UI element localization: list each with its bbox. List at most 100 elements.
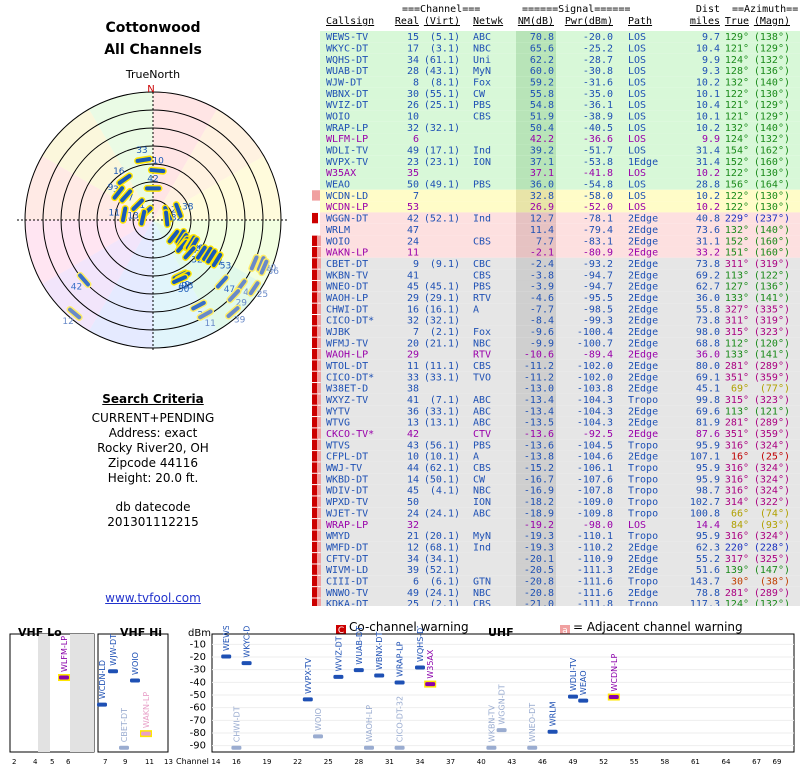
cell-miles: 55.8 xyxy=(696,304,720,315)
y-tick-label: -50 xyxy=(190,690,206,701)
spectrum-mark xyxy=(527,745,538,750)
cell-virt: (17.1) xyxy=(424,146,460,157)
cell-miles: 10.1 xyxy=(696,112,720,123)
cell-azimuth: 156° xyxy=(725,180,749,191)
cell-network: GTN xyxy=(473,576,491,587)
cell-magnetic: (160°) xyxy=(754,157,790,168)
cell-magnetic: (121°) xyxy=(754,406,790,417)
spectrum-mark xyxy=(568,694,578,699)
cell-power: -52.0 xyxy=(583,202,613,213)
tvfool-link[interactable]: www.tvfool.com xyxy=(0,591,306,605)
adjacent-flag xyxy=(317,383,321,394)
cell-path: 2Edge xyxy=(628,282,658,293)
cell-azimuth: 315° xyxy=(725,395,749,406)
cell-azimuth: 132° xyxy=(725,78,749,89)
cell-nm: -13.4 xyxy=(524,395,554,406)
cell-path: Tropo xyxy=(628,497,658,508)
cell-power: -58.0 xyxy=(583,191,613,202)
y-tick-label: -80 xyxy=(190,728,206,739)
cell-azimuth: 281° xyxy=(725,361,749,372)
cell-callsign: WFMJ-TV xyxy=(326,338,368,349)
cell-callsign: WTVS xyxy=(326,440,350,451)
cell-callsign: WEWS-TV xyxy=(326,32,368,43)
cell-nm: -3.9 xyxy=(530,282,554,293)
cell-power: -111.6 xyxy=(577,576,613,587)
cell-miles: 95.9 xyxy=(696,440,720,451)
cell-callsign: CHWI-DT xyxy=(326,304,368,315)
cell-callsign: CBET-DT xyxy=(326,259,368,270)
cell-power: -80.9 xyxy=(583,248,613,259)
cell-magnetic: (162°) xyxy=(754,146,790,157)
cell-miles: 102.7 xyxy=(690,497,720,508)
cell-callsign: CIII-DT xyxy=(326,576,368,587)
cell-magnetic: (319°) xyxy=(754,316,790,327)
cell-magnetic: (323°) xyxy=(754,327,790,338)
cell-miles: 10.2 xyxy=(696,123,720,134)
cell-callsign: WLFM-LP xyxy=(326,134,368,145)
cell-magnetic: (130°) xyxy=(754,191,790,202)
cell-azimuth: 124° xyxy=(725,134,749,145)
cell-path: 2Edge xyxy=(628,429,658,440)
search-height: Height: 20.0 ft. xyxy=(107,471,199,485)
cell-power: -35.0 xyxy=(583,89,613,100)
cell-azimuth: 132° xyxy=(725,225,749,236)
cell-real: 15 xyxy=(407,32,419,43)
spectrum-label: WRLM xyxy=(549,701,558,726)
cell-power: -83.1 xyxy=(583,236,613,247)
cell-magnetic: (324°) xyxy=(754,474,790,485)
cell-path: LOS xyxy=(628,89,646,100)
station-channel-label: 11 xyxy=(109,208,120,218)
cell-real: 45 xyxy=(407,486,419,497)
cell-virt: (68.1) xyxy=(424,542,460,553)
cell-callsign: CICO-DT* xyxy=(326,372,374,383)
cell-magnetic: (129°) xyxy=(754,43,790,54)
db-datecode-label: db datecode xyxy=(115,500,191,514)
vhf-hi-title: VHF Hi xyxy=(120,626,162,639)
spectrum-mark xyxy=(486,745,497,750)
cell-azimuth: 220° xyxy=(725,542,749,553)
cell-power: -104.5 xyxy=(577,440,613,451)
station-channel-label: 53 xyxy=(220,261,231,271)
adjacent-flag xyxy=(317,269,321,280)
x-tick-label: 67 xyxy=(752,758,761,766)
cell-callsign: WAKN-LP xyxy=(326,248,368,259)
cell-real: 11 xyxy=(407,361,419,372)
cell-azimuth: 316° xyxy=(725,531,749,542)
cell-azimuth: 139° xyxy=(725,565,749,576)
cell-magnetic: (130°) xyxy=(754,168,790,179)
cell-callsign: WVPX-TV xyxy=(326,157,368,168)
cell-miles: 87.6 xyxy=(696,429,720,440)
cell-virt: (52.1) xyxy=(424,214,460,225)
search-criteria: Search Criteria CURRENT+PENDING Address:… xyxy=(0,392,306,530)
cell-azimuth: 327° xyxy=(725,304,749,315)
cell-real: 16 xyxy=(407,304,419,315)
cell-real: 34 xyxy=(407,55,419,66)
cell-power: -99.3 xyxy=(583,316,613,327)
cell-miles: 31.1 xyxy=(696,236,720,247)
cell-real: 23 xyxy=(407,157,419,168)
cell-network: NBC xyxy=(473,43,491,54)
cell-magnetic: (324°) xyxy=(754,440,790,451)
cell-miles: 10.2 xyxy=(696,78,720,89)
spectrum-label: WNEO-DT xyxy=(528,703,537,743)
cell-path: 1Edge xyxy=(628,157,658,168)
cell-power: -104.6 xyxy=(577,452,613,463)
cell-magnetic: (323°) xyxy=(754,395,790,406)
cell-virt: (34.1) xyxy=(424,554,460,565)
cell-magnetic: (129°) xyxy=(754,112,790,123)
cell-power: -109.0 xyxy=(577,497,613,508)
cell-magnetic: (164°) xyxy=(754,180,790,191)
cell-path: 2Edge xyxy=(628,588,658,599)
cell-real: 32 xyxy=(407,520,419,531)
x-tick-label: 37 xyxy=(446,758,455,766)
cell-nm: -3.8 xyxy=(530,270,554,281)
polar-plot: TrueNorthN421033164173291311243832151734… xyxy=(17,68,289,352)
cell-path: LOS xyxy=(628,180,646,191)
station-channel-label: 12 xyxy=(62,317,73,327)
cell-azimuth: 66° xyxy=(731,508,749,519)
cell-miles: 9.9 xyxy=(702,55,720,66)
cell-path: 2Edge xyxy=(628,316,658,327)
cell-azimuth: 129° xyxy=(725,32,749,43)
cell-power: -78.1 xyxy=(583,214,613,225)
station-channel-label: 38 xyxy=(182,203,194,213)
